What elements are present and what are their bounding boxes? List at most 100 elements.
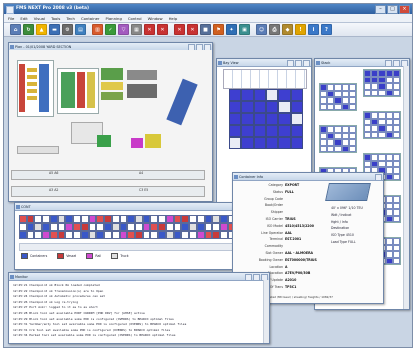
strip-cell[interactable] [119,223,128,231]
strip-cell[interactable] [173,223,182,231]
stack-cell[interactable] [320,145,328,152]
yard-row-green[interactable] [97,135,111,147]
strip-cell[interactable] [26,215,35,223]
yard-row-yellow[interactable] [27,96,37,100]
strip-cell[interactable] [212,223,221,231]
cont-strip-grid[interactable] [19,215,251,239]
bay-cell[interactable] [278,89,291,101]
yard-row-yellow[interactable] [27,75,37,79]
container-info-titlebar[interactable]: Container Info [233,173,383,181]
yard-row-yellow[interactable] [101,82,123,90]
menu-item-help[interactable]: Help [169,16,178,21]
delete-icon[interactable]: ✕ [144,24,155,35]
bay-cell[interactable] [265,137,279,149]
bay-cell[interactable] [278,125,291,137]
yard-row-yellow[interactable] [145,134,161,148]
stack-cell[interactable] [371,89,379,96]
yard-row-yellow[interactable] [87,72,95,108]
stack-cell[interactable] [348,103,356,110]
strip-cell[interactable] [57,231,66,239]
panel-close-button[interactable] [303,60,310,67]
help-icon[interactable]: ? [321,24,332,35]
bay-view-titlebar[interactable]: Bay View [217,59,311,67]
stack-titlebar[interactable]: Stack [315,59,409,67]
stack-cell[interactable] [334,103,342,110]
user-icon[interactable]: ☺ [256,24,267,35]
minimize-button[interactable]: – [375,5,386,14]
menu-item-tech[interactable]: Tech [66,16,75,21]
strip-cell[interactable] [212,231,221,239]
menu-item-file[interactable]: File [8,16,14,21]
strip-cell[interactable] [65,215,74,223]
strip-cell[interactable] [220,223,228,231]
yard-strip[interactable] [17,146,59,154]
strip-cell[interactable] [49,223,58,231]
stack-cell[interactable] [341,145,349,152]
info-icon[interactable]: i [308,24,319,35]
bar-icon[interactable]: ▥ [92,24,103,35]
bay-cell[interactable] [241,89,254,101]
strip-cell[interactable] [134,215,143,223]
strip-cell[interactable] [134,231,143,239]
title-bar[interactable]: FMS NEXT Pro 2008 v3 (beta) – □ × [4,4,412,14]
plan-icon[interactable]: ▣ [239,24,250,35]
pin-icon[interactable]: ✦ [226,24,237,35]
strip-cell[interactable] [111,223,120,231]
stack-cell[interactable] [385,131,393,138]
strip-cell[interactable] [142,231,151,239]
strip-cell[interactable] [80,215,89,223]
strip-cell[interactable] [96,231,105,239]
strip-cell[interactable] [196,215,205,223]
menu-item-control[interactable]: Control [128,16,142,21]
legend-item[interactable]: Rail [86,253,101,259]
print-icon[interactable]: ⎙ [269,24,280,35]
strip-cell[interactable] [119,231,128,239]
strip-cell[interactable] [26,223,35,231]
yard-row-green[interactable] [101,68,123,80]
panel-maximize-button[interactable] [253,274,260,281]
bay-cell[interactable] [278,137,291,149]
bay-cell[interactable] [241,125,254,137]
stack-cell[interactable] [378,131,386,138]
bay-cell[interactable] [253,125,266,137]
strip-cell[interactable] [19,231,27,239]
panel-close-button[interactable] [375,174,382,181]
stack-cell[interactable] [385,173,393,180]
strip-cell[interactable] [127,215,135,223]
stack-cell[interactable] [392,173,400,180]
strip-cell[interactable] [73,215,81,223]
yard-row-green[interactable] [61,72,75,108]
strip-cell[interactable] [165,223,174,231]
legend-item[interactable]: Containers [21,253,47,259]
bay-cell[interactable] [265,89,279,101]
stack-cell[interactable] [392,257,400,264]
bay-cell[interactable] [290,113,303,125]
menu-item-container[interactable]: Container [81,16,100,21]
flag-icon[interactable]: ⚑ [213,24,224,35]
strip-cell[interactable] [73,223,81,231]
stack-cell[interactable] [392,89,400,96]
strip-cell[interactable] [26,231,35,239]
stack-cell[interactable] [364,89,372,96]
strip-cell[interactable] [173,215,182,223]
strip-cell[interactable] [19,223,27,231]
bay-cell[interactable] [229,137,242,149]
strip-cell[interactable] [142,223,151,231]
yard-row-yellow[interactable] [27,89,37,93]
menu-item-edit[interactable]: Edit [20,16,27,21]
legend-item[interactable]: Truck [111,253,129,259]
strip-cell[interactable] [57,223,66,231]
bay-cell[interactable] [278,113,291,125]
yard-row-green[interactable] [101,92,123,100]
menu-item-visual[interactable]: Visual [34,16,45,21]
strip-cell[interactable] [34,231,43,239]
strip-cell[interactable] [150,231,159,239]
strip-cell[interactable] [189,223,197,231]
panel-minimize-button[interactable] [287,60,294,67]
strip-cell[interactable] [19,215,27,223]
strip-cell[interactable] [42,231,50,239]
bay-cell[interactable] [253,137,266,149]
yard-row-red[interactable] [19,64,25,112]
bay-cell[interactable] [265,101,279,113]
strip-cell[interactable] [88,223,97,231]
